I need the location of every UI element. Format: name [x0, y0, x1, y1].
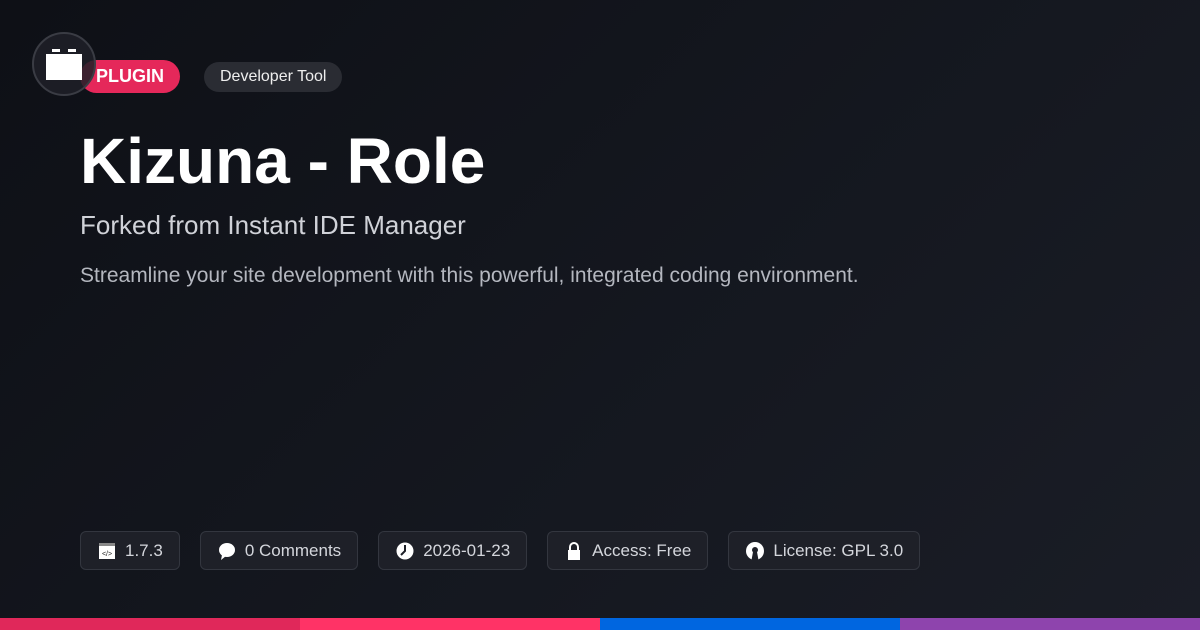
svg-text:</>: </> [102, 551, 112, 558]
color-bar [0, 618, 1200, 630]
subtitle: Forked from Instant IDE Manager [80, 210, 466, 240]
access-pill: Access: Free [547, 531, 709, 570]
plugin-logo [32, 32, 96, 96]
comments-pill[interactable]: 0 Comments [199, 531, 359, 570]
description: Streamline your site development with th… [80, 264, 859, 287]
version-pill: </> 1.7.3 [80, 531, 180, 570]
category-badge[interactable]: Developer Tool [204, 62, 343, 92]
plugin-block-icon [46, 49, 82, 80]
comment-icon [218, 542, 235, 560]
color-bar-segment [300, 618, 600, 630]
code-window-icon: </> [99, 542, 115, 559]
access-text: Access: Free [592, 540, 692, 560]
meta-row: </> 1.7.3 0 Comments 2026-01-23 Access: … [80, 531, 921, 570]
color-bar-segment [0, 618, 300, 630]
open-source-icon [746, 541, 765, 560]
date-pill: 2026-01-23 [378, 531, 528, 570]
page-title: Kizuna - Role [80, 125, 486, 197]
lock-icon [568, 541, 581, 560]
date-text: 2026-01-23 [423, 540, 511, 560]
license-text: License: GPL 3.0 [773, 540, 904, 560]
version-text: 1.7.3 [125, 540, 163, 560]
comments-text: 0 Comments [244, 540, 342, 560]
license-pill: License: GPL 3.0 [728, 531, 921, 570]
color-bar-segment [600, 618, 900, 630]
clock-icon [396, 542, 414, 559]
color-bar-segment [900, 618, 1200, 630]
